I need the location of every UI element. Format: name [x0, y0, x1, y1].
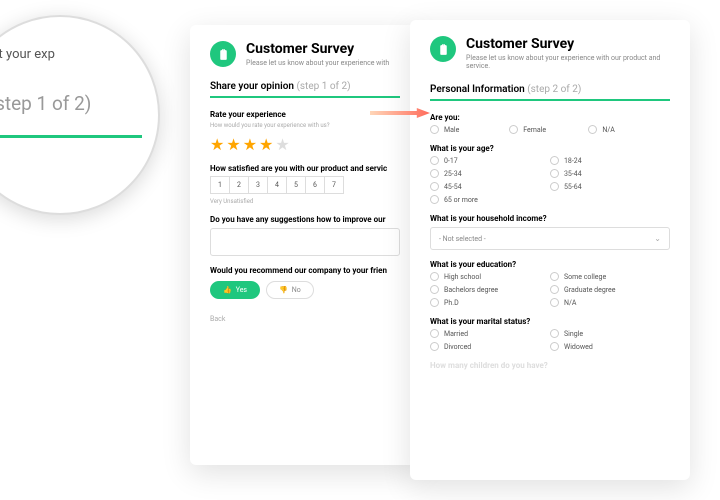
income-select[interactable]: - Not selected - ⌄ [430, 227, 670, 250]
star-icon[interactable]: ★ [259, 135, 273, 154]
radio-option[interactable]: 35-44 [550, 169, 670, 178]
progress-bar [430, 99, 670, 101]
radio-option[interactable]: 25-34 [430, 169, 550, 178]
q-satisfied: How satisfied are you with our product a… [210, 164, 400, 173]
q-income: What is your household income? [430, 214, 670, 223]
clipboard-icon [210, 41, 236, 67]
radio-option[interactable]: 0-17 [430, 156, 550, 165]
radio-option[interactable]: Divorced [430, 342, 550, 351]
radio-option[interactable]: 55-64 [550, 182, 670, 191]
scale-cell[interactable]: 2 [229, 176, 249, 194]
q-rate-experience-sub: How would you rate your experience with … [210, 122, 400, 129]
scale-cell[interactable]: 7 [324, 176, 344, 194]
card1-subtitle: Please let us know about your experience… [246, 59, 389, 67]
star-rating[interactable]: ★ ★ ★ ★ ★ [210, 135, 400, 154]
radio-option[interactable]: 65 or more [430, 195, 550, 204]
number-scale[interactable]: 1 2 3 4 5 6 7 [210, 176, 400, 194]
card2-subtitle: Please let us know about your experience… [466, 54, 670, 70]
magnifier-fragment-2: inion (step 1 of 2) [0, 92, 160, 115]
q-recommend: Would you recommend our company to your … [210, 266, 400, 275]
q-age: What is your age? [430, 144, 670, 153]
star-icon[interactable]: ★ [243, 135, 257, 154]
suggestions-input[interactable] [210, 228, 400, 256]
radio-option[interactable]: Ph.D [430, 298, 550, 307]
thumbs-up-icon: 👍 [223, 286, 232, 294]
card1-section-title: Share your opinion (step 1 of 2) [210, 81, 400, 92]
radio-option[interactable]: N/A [588, 125, 667, 134]
back-link[interactable]: Back [210, 315, 400, 323]
yes-button[interactable]: 👍 Yes [210, 281, 260, 299]
no-button[interactable]: 👎 No [266, 281, 314, 299]
card2-title: Customer Survey [466, 36, 670, 52]
radio-option[interactable]: High school [430, 272, 550, 281]
scale-cell[interactable]: 3 [248, 176, 268, 194]
star-icon[interactable]: ★ [210, 135, 224, 154]
star-icon[interactable]: ★ [275, 135, 289, 154]
survey-card-step1: Customer Survey Please let us know about… [190, 25, 420, 465]
scale-label-low: Very Unsatisfied [210, 198, 400, 205]
radio-option[interactable]: Male [430, 125, 509, 134]
radio-option[interactable]: Female [509, 125, 588, 134]
radio-option[interactable]: Widowed [550, 342, 670, 351]
radio-option[interactable]: 18-24 [550, 156, 670, 165]
radio-option[interactable]: Married [430, 329, 550, 338]
chevron-down-icon: ⌄ [654, 234, 661, 243]
scale-cell[interactable]: 4 [267, 176, 287, 194]
survey-card-step2: Customer Survey Please let us know about… [410, 20, 690, 480]
card1-title: Customer Survey [246, 41, 389, 57]
scale-cell[interactable]: 5 [286, 176, 306, 194]
q-suggestions: Do you have any suggestions how to impro… [210, 215, 400, 224]
magnifier-fragment-1: now about your exp [0, 47, 160, 62]
radio-option[interactable]: Single [550, 329, 670, 338]
radio-option[interactable]: Bachelors degree [430, 285, 550, 294]
scale-cell[interactable]: 6 [305, 176, 325, 194]
radio-option[interactable]: Some college [550, 272, 670, 281]
magnifier-bar [0, 135, 142, 138]
q-education: What is your education? [430, 260, 670, 269]
radio-option[interactable]: 45-54 [430, 182, 550, 191]
star-icon[interactable]: ★ [226, 135, 240, 154]
transition-arrow-icon [370, 108, 430, 118]
progress-bar [210, 96, 400, 98]
q-marital: What is your marital status? [430, 317, 670, 326]
clipboard-icon [430, 36, 456, 62]
magnifier-lens: now about your exp inion (step 1 of 2) [0, 15, 160, 215]
radio-option[interactable]: Graduate degree [550, 285, 670, 294]
scale-cell[interactable]: 1 [210, 176, 230, 194]
card2-section-title: Personal Information (step 2 of 2) [430, 84, 670, 95]
radio-option[interactable]: N/A [550, 298, 670, 307]
q-gender: Are you: [430, 113, 670, 122]
q-children: How many children do you have? [430, 361, 670, 370]
thumbs-down-icon: 👎 [279, 286, 288, 294]
